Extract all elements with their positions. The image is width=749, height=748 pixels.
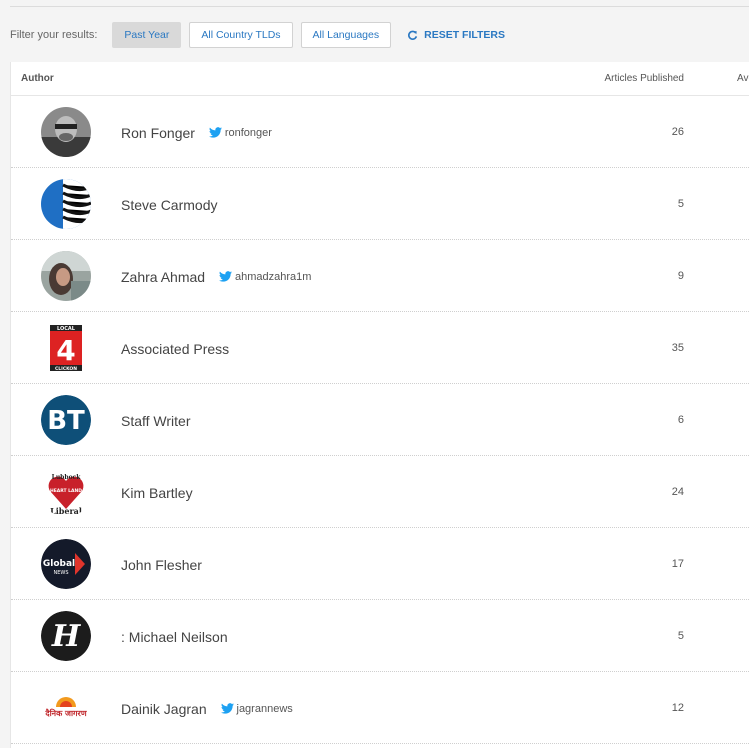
articles-count: 5 <box>677 198 684 210</box>
avatar <box>41 107 91 157</box>
author-name[interactable]: Associated Press <box>121 341 229 357</box>
avatar: LOCAL 4 CLICKON <box>41 323 91 373</box>
articles-count: 9 <box>677 270 684 282</box>
table-row[interactable]: Steve Carmody 5 <box>11 168 749 240</box>
twitter-handle-text[interactable]: ronfonger <box>225 127 272 139</box>
avatar: दैनिक जागरण <box>41 683 91 733</box>
avatar: Global NEWS <box>41 539 91 589</box>
table-row[interactable]: Global NEWS John Flesher 17 <box>11 528 749 600</box>
author-name-text[interactable]: Associated Press <box>121 341 229 357</box>
twitter-icon <box>220 703 234 714</box>
table-row[interactable]: दैनिक जागरण Dainik Jagran jagrannews 12 <box>11 672 749 744</box>
twitter-icon <box>208 127 222 138</box>
filter-past-year-button[interactable]: Past Year <box>112 22 182 48</box>
author-name-text[interactable]: : Michael Neilson <box>121 629 228 645</box>
author-name[interactable]: Staff Writer <box>121 413 191 429</box>
filter-label: Filter your results: <box>10 29 98 41</box>
avatar <box>41 251 91 301</box>
author-name[interactable]: Ron Fonger ronfonger <box>121 125 272 141</box>
twitter-handle[interactable]: jagrannews <box>220 703 293 715</box>
twitter-handle-text[interactable]: jagrannews <box>237 703 293 715</box>
svg-text:CLICKON: CLICKON <box>55 366 77 372</box>
twitter-handle[interactable]: ronfonger <box>208 127 272 139</box>
author-name-text[interactable]: John Flesher <box>121 557 202 573</box>
author-name[interactable]: : Michael Neilson <box>121 629 228 645</box>
table-row[interactable]: BT Staff Writer 6 <box>11 384 749 456</box>
table-row[interactable]: Zahra Ahmad ahmadzahra1m 9 <box>11 240 749 312</box>
refresh-icon <box>408 30 418 40</box>
svg-text:Global: Global <box>43 559 75 569</box>
avg-column-header[interactable]: Avg <box>737 73 749 84</box>
svg-text:BT: BT <box>47 406 85 436</box>
author-name[interactable]: John Flesher <box>121 557 202 573</box>
author-column-header[interactable]: Author <box>21 73 54 84</box>
author-name[interactable]: Steve Carmody <box>121 197 217 213</box>
avatar: H <box>41 611 91 661</box>
author-name-text[interactable]: Ron Fonger <box>121 125 195 141</box>
twitter-handle-text[interactable]: ahmadzahra1m <box>235 271 311 283</box>
twitter-handle[interactable]: ahmadzahra1m <box>218 271 311 283</box>
table-row[interactable]: Lubbock HEART LAND Liberal Kim Bartley 2… <box>11 456 749 528</box>
articles-count: 17 <box>671 558 684 570</box>
filter-languages-button[interactable]: All Languages <box>300 22 392 48</box>
filter-country-tlds-button[interactable]: All Country TLDs <box>189 22 293 48</box>
author-name-text[interactable]: Kim Bartley <box>121 485 193 501</box>
filter-bar: Filter your results: Past Year All Count… <box>10 22 749 48</box>
svg-text:H: H <box>51 619 82 654</box>
reset-filters-label: RESET FILTERS <box>424 29 506 41</box>
reset-filters-button[interactable]: RESET FILTERS <box>407 29 505 41</box>
svg-text:दैनिक जागरण: दैनिक जागरण <box>44 708 87 718</box>
svg-text:HEART LAND: HEART LAND <box>50 488 82 494</box>
svg-text:4: 4 <box>56 334 75 367</box>
author-name[interactable]: Dainik Jagran jagrannews <box>121 701 293 717</box>
author-name-text[interactable]: Staff Writer <box>121 413 191 429</box>
table-row[interactable]: Ron Fonger ronfonger 26 <box>11 96 749 168</box>
author-name-text[interactable]: Dainik Jagran <box>121 701 207 717</box>
articles-count: 35 <box>671 342 684 354</box>
table-row[interactable]: H : Michael Neilson 5 <box>11 600 749 672</box>
svg-text:LOCAL: LOCAL <box>57 326 76 332</box>
articles-count: 12 <box>671 702 684 714</box>
articles-column-header[interactable]: Articles Published <box>605 73 684 84</box>
svg-text:NEWS: NEWS <box>53 570 68 576</box>
avatar: Lubbock HEART LAND Liberal <box>41 467 91 517</box>
articles-count: 24 <box>671 486 684 498</box>
author-name-text[interactable]: Zahra Ahmad <box>121 269 205 285</box>
svg-text:Liberal: Liberal <box>50 506 82 516</box>
avatar: BT <box>41 395 91 445</box>
articles-count: 26 <box>671 126 684 138</box>
avatar <box>41 179 91 229</box>
table-header: Author Articles Published Avg <box>11 62 749 96</box>
authors-table: Author Articles Published Avg Ron Fonger… <box>10 62 749 748</box>
svg-text:Lubbock: Lubbock <box>52 474 82 481</box>
author-name-text[interactable]: Steve Carmody <box>121 197 217 213</box>
articles-count: 5 <box>677 630 684 642</box>
author-name[interactable]: Zahra Ahmad ahmadzahra1m <box>121 269 311 285</box>
author-name[interactable]: Kim Bartley <box>121 485 193 501</box>
top-divider <box>10 6 749 7</box>
table-row[interactable]: LOCAL 4 CLICKON Associated Press 35 <box>11 312 749 384</box>
articles-count: 6 <box>677 414 684 426</box>
twitter-icon <box>218 271 232 282</box>
